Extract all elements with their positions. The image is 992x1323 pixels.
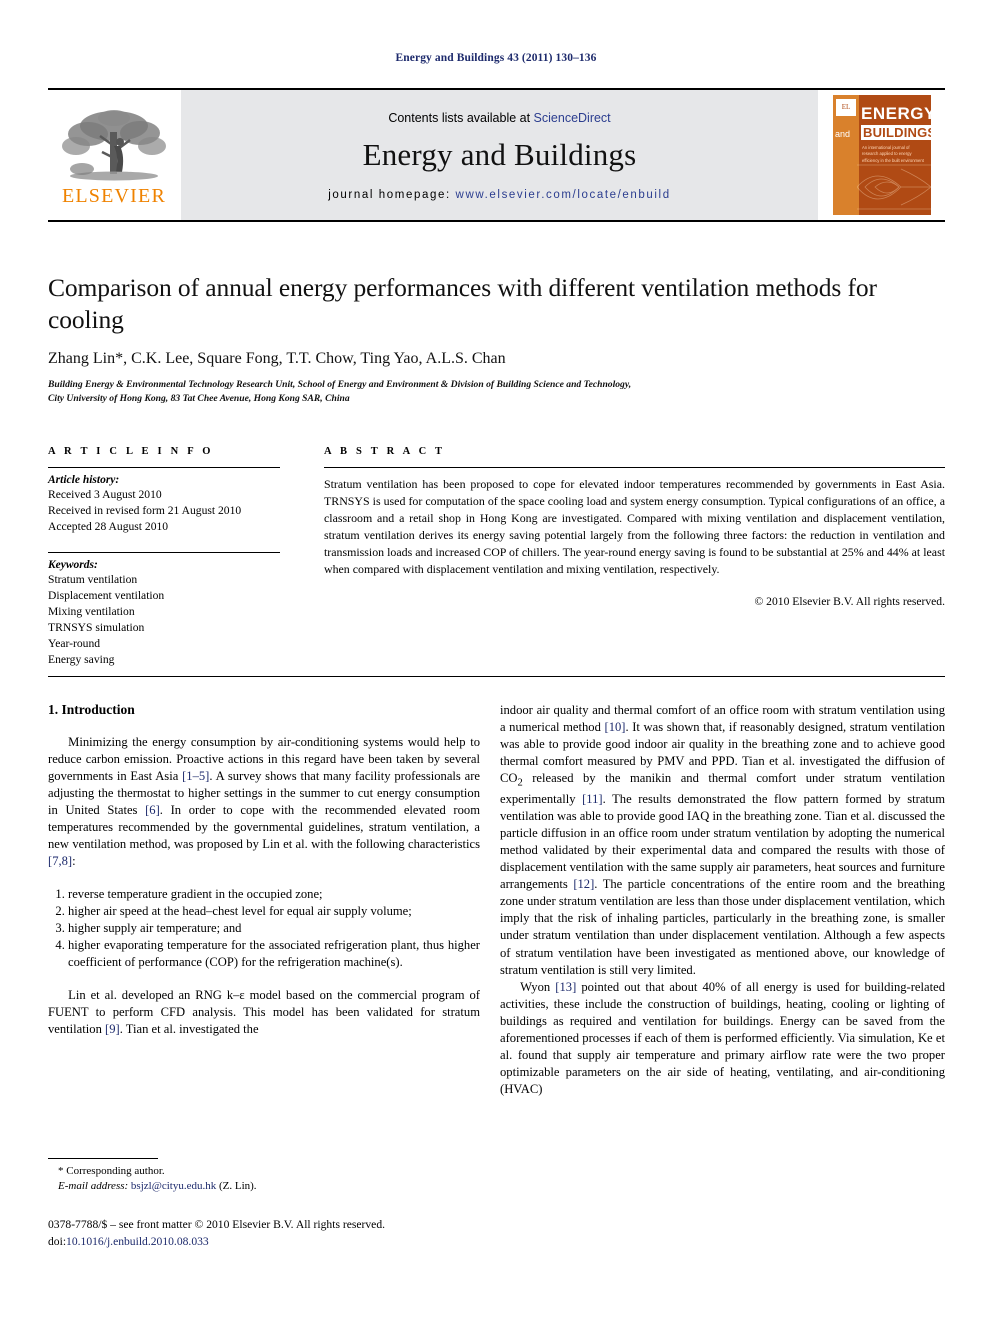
history-item: Received 3 August 2010 (48, 488, 162, 501)
issn-line: 0378-7788/$ – see front matter © 2010 El… (48, 1218, 386, 1231)
list-item: higher air speed at the head–chest level… (68, 903, 480, 920)
keyword-item: Year-round (48, 636, 101, 650)
journal-cover-thumbnail: EL and ENERGY BUILDINGS An international… (819, 90, 945, 220)
body-left-column: 1. Introduction Minimizing the energy co… (48, 702, 480, 1038)
text-run: : (72, 854, 76, 869)
citation-ref[interactable]: [1–5] (182, 769, 209, 783)
body-right-column: indoor air quality and thermal comfort o… (500, 702, 945, 1098)
elsevier-small-logo-icon: EL (836, 99, 856, 116)
citation-ref[interactable]: [10] (605, 720, 626, 734)
abstract-column: A B S T R A C T Stratum ventilation has … (324, 446, 945, 608)
list-item: higher supply air temperature; and (68, 920, 480, 937)
footnote-rule (48, 1158, 158, 1159)
journal-masthead: ELSEVIER Contents lists available at Sci… (48, 88, 945, 222)
article-history-block: Article history: Received 3 August 2010 … (48, 468, 280, 535)
citation-ref[interactable]: [13] (555, 980, 576, 994)
cover-arc-graphic-icon (857, 164, 931, 210)
keyword-item: Displacement ventilation (48, 588, 165, 602)
citation-ref[interactable]: [7,8] (48, 854, 72, 868)
title-block: Comparison of annual energy performances… (48, 272, 945, 406)
keyword-item: Stratum ventilation (48, 572, 138, 586)
cover-and-text: and (835, 129, 851, 139)
contents-available-line: Contents lists available at ScienceDirec… (388, 111, 610, 125)
section-heading-introduction: 1. Introduction (48, 702, 135, 717)
email-line: E-mail address: bsjzl@cityu.edu.hk (Z. L… (48, 1179, 480, 1194)
paragraph-right-1: indoor air quality and thermal comfort o… (500, 702, 945, 979)
column-separator-rule (48, 676, 945, 677)
text-run: pointed out that about 40% of all energy… (500, 979, 945, 1097)
elsevier-logo: ELSEVIER (48, 90, 180, 220)
sciencedirect-link[interactable]: ScienceDirect (534, 111, 611, 125)
journal-homepage-line: journal homepage: www.elsevier.com/locat… (328, 189, 670, 201)
author-list: Zhang Lin*, C.K. Lee, Square Fong, T.T. … (48, 350, 506, 368)
doi-label: doi: (48, 1234, 67, 1248)
homepage-prefix: journal homepage: (328, 189, 456, 201)
article-info-heading: A R T I C L E I N F O (48, 446, 214, 457)
history-item: Received in revised form 21 August 2010 (48, 503, 242, 517)
history-item: Accepted 28 August 2010 (48, 519, 169, 533)
doi-link[interactable]: 10.1016/j.enbuild.2010.08.033 (66, 1235, 209, 1248)
affiliation-line-1: Building Energy & Environmental Technolo… (48, 379, 632, 391)
corresponding-author-footnote: * Corresponding author. E-mail address: … (48, 1158, 480, 1194)
citation-ref[interactable]: [11] (582, 792, 603, 806)
affiliation-line-2: City University of Hong Kong, 83 Tat Che… (48, 393, 350, 405)
paragraph-intro-1: Minimizing the energy consumption by air… (48, 734, 480, 871)
contents-prefix: Contents lists available at (388, 111, 534, 125)
issn-and-doi-footer: 0378-7788/$ – see front matter © 2010 El… (48, 1217, 548, 1251)
cover-buildings-text: BUILDINGS (861, 125, 931, 140)
doi-line: doi:10.1016/j.enbuild.2010.08.033 (48, 1234, 548, 1251)
email-label: E-mail address: (58, 1180, 129, 1193)
cover-energy-text: ENERGY (861, 104, 931, 123)
citation-ref[interactable]: [9] (105, 1022, 120, 1036)
elsevier-wordmark: ELSEVIER (61, 185, 167, 207)
journal-title: Energy and Buildings (362, 137, 637, 172)
keywords-label: Keywords: (48, 558, 98, 571)
article-history-label: Article history: (48, 474, 120, 486)
email-link[interactable]: bsjzl@cityu.edu.hk (131, 1180, 216, 1192)
cover-artwork: EL and ENERGY BUILDINGS An international… (833, 95, 931, 215)
keywords-block: Keywords: Stratum ventilation Displaceme… (48, 553, 280, 668)
paper-page: Energy and Buildings 43 (2011) 130–136 E… (0, 0, 992, 1323)
abstract-copyright: © 2010 Elsevier B.V. All rights reserved… (754, 595, 945, 609)
text-run: . Tian et al. investigated the (119, 1021, 259, 1036)
citation-ref[interactable]: [6] (145, 803, 160, 817)
elsevier-tree-icon (62, 110, 166, 181)
text-run: Wyon (520, 979, 556, 994)
email-suffix: (Z. Lin). (216, 1180, 257, 1193)
running-head: Energy and Buildings 43 (2011) 130–136 (395, 52, 597, 64)
list-item: reverse temperature gradient in the occu… (68, 886, 480, 903)
characteristics-list: reverse temperature gradient in the occu… (48, 886, 480, 971)
keyword-item: Mixing ventilation (48, 604, 135, 618)
article-info-column: A R T I C L E I N F O Article history: R… (48, 446, 280, 668)
keyword-item: Energy saving (48, 652, 115, 666)
abstract-heading: A B S T R A C T (324, 446, 446, 457)
corresponding-author-line: * Corresponding author. (58, 1165, 165, 1177)
affiliation: Building Energy & Environmental Technolo… (48, 378, 945, 406)
citation-ref[interactable]: [12] (573, 877, 594, 891)
list-item: higher evaporating temperature for the a… (68, 937, 480, 971)
paragraph-intro-2: Lin et al. developed an RNG k–ε model ba… (48, 987, 480, 1038)
masthead-center: Contents lists available at ScienceDirec… (180, 90, 819, 220)
page-title: Comparison of annual energy performances… (48, 273, 877, 335)
abstract-text: Stratum ventilation has been proposed to… (324, 477, 945, 576)
text-run: . The particle concentrations of the ent… (500, 877, 945, 977)
paragraph-right-2: Wyon [13] pointed out that about 40% of … (500, 979, 945, 1098)
keyword-item: TRNSYS simulation (48, 620, 145, 634)
homepage-url-link[interactable]: www.elsevier.com/locate/enbuild (456, 189, 671, 201)
